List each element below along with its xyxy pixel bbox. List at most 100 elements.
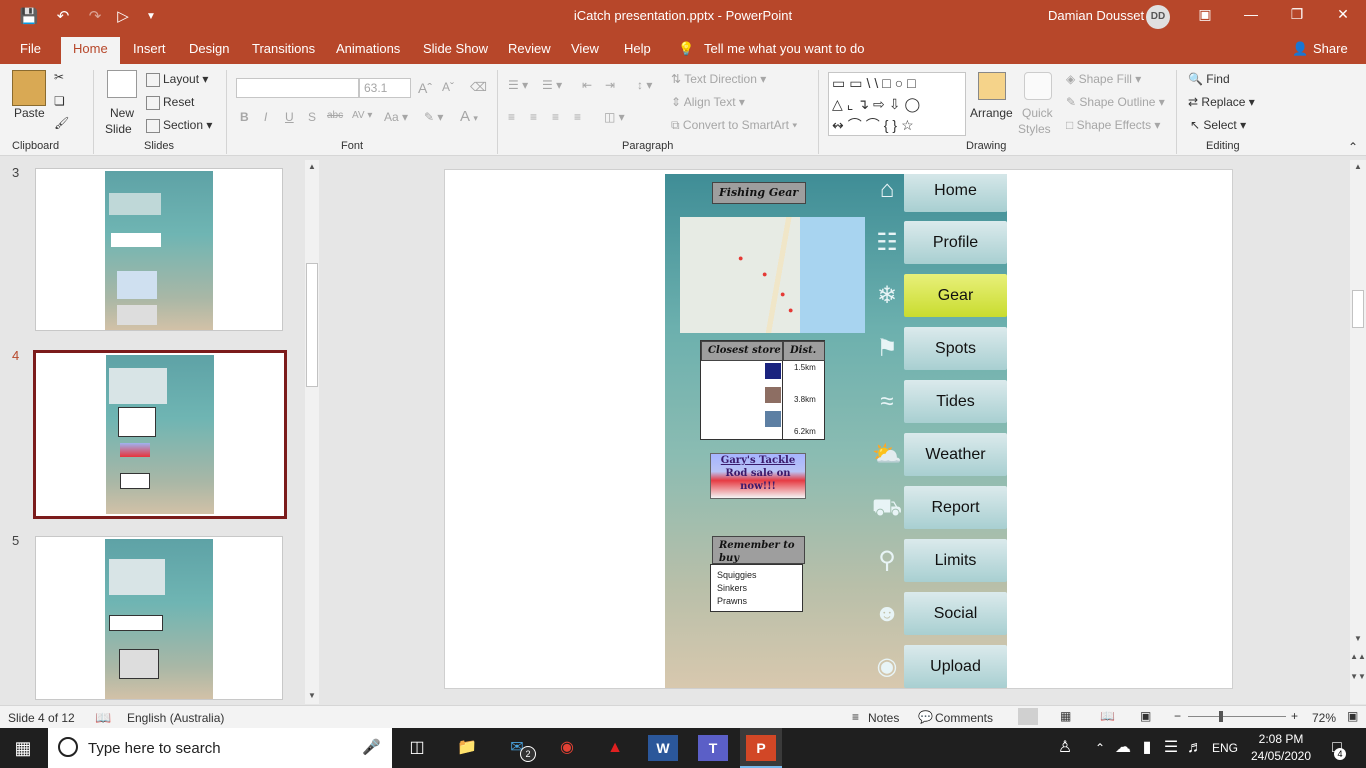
shopping-list[interactable]: Squiggies Sinkers Prawns	[710, 564, 803, 612]
comments-icon[interactable]: 💬	[918, 710, 933, 724]
tell-me-search[interactable]: Tell me what you want to do	[704, 41, 864, 56]
next-slide-icon[interactable]: ▼▼	[1350, 672, 1366, 681]
cut-icon[interactable]: ✂	[54, 70, 64, 84]
scrollbar-thumb[interactable]	[306, 263, 318, 387]
promo-banner[interactable]: Gary's Tackle Rod sale on now!!!	[710, 453, 806, 499]
thumbnail-scrollbar[interactable]: ▲ ▼	[305, 160, 319, 704]
font-size-combo[interactable]: 63.1	[359, 78, 411, 98]
slide-thumbnail-5[interactable]	[35, 536, 283, 700]
tab-animations[interactable]: Animations	[336, 41, 400, 56]
replace-button[interactable]: ⇄ Replace ▾	[1188, 95, 1255, 109]
ribbon-display-icon[interactable]: ▣	[1190, 6, 1220, 26]
share-button[interactable]: Share	[1313, 41, 1348, 56]
task-view-icon[interactable]: ◫	[402, 735, 432, 761]
scroll-up-icon[interactable]: ▲	[305, 162, 319, 171]
volume-icon[interactable]: ♬	[1180, 735, 1210, 761]
zoom-slider-thumb[interactable]	[1219, 711, 1223, 722]
notes-icon[interactable]: ≡	[852, 710, 859, 724]
clock-time[interactable]: 2:08 PM	[1252, 732, 1310, 746]
store-table[interactable]: Closest store Dist. 1.5km 3.8km 6.2km	[700, 340, 825, 440]
scroll-down-icon[interactable]: ▼	[305, 691, 319, 700]
tab-review[interactable]: Review	[508, 41, 551, 56]
nav-spots-button[interactable]: Spots	[904, 327, 1007, 370]
text-direction-button[interactable]: ⇅ Text Direction ▾	[671, 72, 766, 86]
share-icon[interactable]: 👤	[1292, 41, 1308, 57]
find-button[interactable]: 🔍 Find	[1188, 72, 1230, 86]
slide-title-box[interactable]: Fishing Gear	[712, 182, 806, 204]
paste-button[interactable]: Paste	[14, 106, 45, 120]
people-taskbar-icon[interactable]: ♙	[1050, 735, 1080, 761]
nav-gear-button[interactable]: Gear	[904, 274, 1007, 317]
user-name[interactable]: Damian Dousset	[1048, 8, 1144, 23]
acrobat-icon[interactable]: ▲	[600, 735, 630, 761]
shadow-icon[interactable]: S	[308, 110, 316, 124]
scroll-down-icon[interactable]: ▼	[1350, 634, 1366, 643]
word-icon[interactable]: W	[648, 735, 678, 761]
quick-styles-icon[interactable]	[1024, 72, 1052, 100]
quick-styles-button[interactable]: Quick	[1022, 106, 1053, 120]
arrange-button[interactable]: Arrange	[970, 106, 1013, 120]
input-language[interactable]: ENG	[1212, 741, 1238, 755]
windows-start-icon[interactable]: ▦	[8, 735, 38, 761]
nav-report-button[interactable]: Report	[904, 486, 1007, 529]
tab-transitions[interactable]: Transitions	[252, 41, 315, 56]
nav-home-button[interactable]: Home	[904, 174, 1007, 212]
teams-icon[interactable]: T	[698, 735, 728, 761]
highlight-icon[interactable]: ✎ ▾	[424, 110, 443, 124]
tab-home[interactable]: Home	[61, 37, 120, 64]
align-right-icon[interactable]: ≡	[552, 110, 559, 124]
tab-view[interactable]: View	[571, 41, 599, 56]
align-text-button[interactable]: ⇕ Align Text ▾	[671, 95, 745, 109]
new-slide-button[interactable]: New	[110, 106, 134, 120]
zoom-out-icon[interactable]: −	[1174, 709, 1181, 723]
layout-button[interactable]: Layout ▾	[146, 72, 208, 87]
quick-styles-button-line2[interactable]: Styles	[1018, 122, 1051, 136]
nav-tides-button[interactable]: Tides	[904, 380, 1007, 423]
columns-icon[interactable]: ◫ ▾	[604, 110, 625, 124]
zoom-level[interactable]: 72%	[1312, 711, 1336, 725]
align-left-icon[interactable]: ≡	[508, 110, 515, 124]
reading-view-icon[interactable]: 📖	[1100, 709, 1115, 723]
tab-insert[interactable]: Insert	[133, 41, 166, 56]
slide-sorter-icon[interactable]: ▦	[1060, 709, 1071, 723]
shrink-font-icon[interactable]: Aˇ	[442, 80, 454, 94]
tab-design[interactable]: Design	[189, 41, 229, 56]
bold-icon[interactable]: B	[240, 110, 249, 124]
avatar[interactable]: DD	[1146, 5, 1170, 29]
language-indicator[interactable]: English (Australia)	[127, 711, 224, 725]
powerpoint-taskbar-button[interactable]: P	[740, 728, 782, 768]
line-spacing-icon[interactable]: ↕ ▾	[637, 78, 652, 92]
collapse-ribbon-icon[interactable]: ⌃	[1348, 140, 1358, 154]
slideshow-view-icon[interactable]: ▣	[1140, 709, 1151, 723]
slide-scrollbar[interactable]: ▲ ▼ ▲▲ ▼▼	[1350, 160, 1366, 704]
smartart-button[interactable]: ⧉ Convert to SmartArt ▾	[671, 118, 797, 133]
scroll-up-icon[interactable]: ▲	[1350, 162, 1366, 171]
comments-button[interactable]: Comments	[935, 711, 993, 725]
previous-slide-icon[interactable]: ▲▲	[1350, 652, 1366, 661]
bullets-icon[interactable]: ☰ ▾	[508, 78, 528, 92]
nav-upload-button[interactable]: Upload	[904, 645, 1007, 688]
zoom-in-icon[interactable]: +	[1291, 709, 1298, 723]
nav-social-button[interactable]: Social	[904, 592, 1007, 635]
tab-slide-show[interactable]: Slide Show	[423, 41, 488, 56]
shape-outline-button[interactable]: ✎ Shape Outline ▾	[1066, 95, 1165, 109]
paste-icon[interactable]	[12, 70, 46, 106]
slide-thumbnail-3[interactable]	[35, 168, 283, 331]
slide-thumbnail-4[interactable]	[33, 350, 287, 519]
new-slide-icon[interactable]	[107, 70, 137, 98]
notes-button[interactable]: Notes	[868, 711, 899, 725]
remember-box[interactable]: Remember to buy	[712, 536, 805, 564]
reset-button[interactable]: Reset	[146, 95, 194, 110]
file-explorer-icon[interactable]: 📁	[452, 735, 482, 761]
font-color-icon[interactable]: A ▾	[460, 108, 478, 125]
change-case-icon[interactable]: Aa ▾	[384, 110, 408, 124]
nav-weather-button[interactable]: Weather	[904, 433, 1007, 476]
shape-fill-button[interactable]: ◈ Shape Fill ▾	[1066, 72, 1141, 86]
arrange-icon[interactable]	[978, 72, 1006, 100]
format-painter-icon[interactable]: 🖌	[54, 116, 69, 130]
microphone-icon[interactable]: 🎤	[362, 738, 381, 756]
grow-font-icon[interactable]: Aˆ	[418, 80, 432, 96]
close-button[interactable]: ✕	[1328, 6, 1358, 26]
decrease-indent-icon[interactable]: ⇤	[582, 78, 592, 92]
clear-formatting-icon[interactable]: ⌫	[470, 80, 487, 94]
